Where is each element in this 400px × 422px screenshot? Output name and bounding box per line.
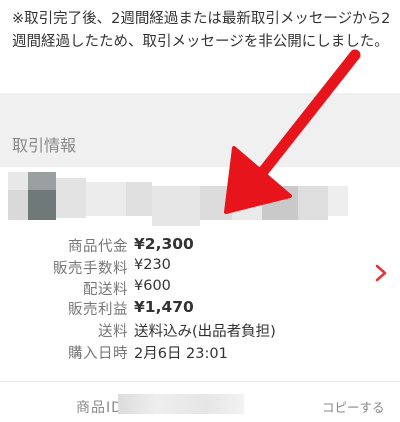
detail-label: 販売利益 <box>68 302 128 318</box>
detail-value: ¥600 <box>134 278 171 294</box>
transaction-info-title: 取引情報 <box>12 136 77 155</box>
detail-label: 配送料 <box>83 282 128 298</box>
notice-banner: ※取引完了後、2週間経過または最新取引メッセージから2週間経過したため、取引メッ… <box>0 0 400 93</box>
detail-label: 販売手数料 <box>53 261 128 277</box>
detail-label: 送料 <box>98 324 128 340</box>
detail-value: 2月6日 23:01 <box>134 346 228 362</box>
detail-value: ¥230 <box>134 257 171 273</box>
detail-row: 購入日時 2月6日 23:01 <box>0 342 400 364</box>
detail-value: ¥1,470 <box>134 298 194 316</box>
detail-label: 商品代金 <box>68 239 128 255</box>
detail-row: 商品代金 ¥2,300 <box>0 235 400 257</box>
copy-button[interactable]: コピーする <box>322 397 385 416</box>
item-id-value-blurred <box>118 394 244 414</box>
detail-row: 販売利益 ¥1,470 <box>0 298 400 320</box>
chevron-right-icon[interactable] <box>372 264 390 282</box>
detail-value: 送料込み(出品者負担) <box>134 324 276 340</box>
detail-row: 送料 送料込み(出品者負担) <box>0 320 400 342</box>
detail-row: 販売手数料 ¥230 <box>0 257 400 279</box>
item-id-label: 商品ID <box>76 400 123 416</box>
detail-row: 配送料 ¥600 <box>0 278 400 300</box>
divider <box>0 381 400 382</box>
notice-text: ※取引完了後、2週間経過または最新取引メッセージから2週間経過したため、取引メッ… <box>12 11 391 50</box>
detail-label: 購入日時 <box>68 346 128 362</box>
item-name-blurred <box>8 172 348 228</box>
detail-value: ¥2,300 <box>134 235 194 253</box>
